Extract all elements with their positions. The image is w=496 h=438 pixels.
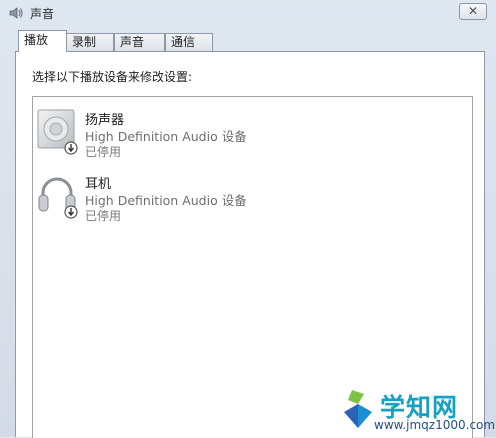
device-item-speakers[interactable]: 扬声器 High Definition Audio 设备 已停用 — [33, 103, 463, 163]
tab-playback[interactable]: 播放 — [18, 30, 67, 52]
instruction-label: 选择以下播放设备来修改设置: — [32, 70, 193, 84]
tab-recording[interactable]: 录制 — [66, 33, 114, 51]
close-button[interactable]: ✕ — [459, 3, 487, 20]
headphones-icon — [35, 171, 83, 219]
watermark-url: www.jmqz1000.com — [374, 418, 496, 432]
speaker-device-icon — [35, 107, 83, 155]
title-bar: 声音 ✕ — [0, 0, 496, 26]
device-status: 已停用 — [85, 209, 122, 223]
watermark: 学知网 www.jmqz1000.com — [334, 380, 496, 437]
speaker-icon — [8, 5, 24, 21]
window-title: 声音 — [30, 7, 55, 21]
tab-communications[interactable]: 通信 — [165, 33, 213, 51]
device-status: 已停用 — [85, 145, 122, 159]
watermark-logo-icon — [338, 384, 378, 430]
device-item-headphones[interactable]: 耳机 High Definition Audio 设备 已停用 — [33, 167, 463, 227]
tab-sounds[interactable]: 声音 — [114, 33, 165, 51]
